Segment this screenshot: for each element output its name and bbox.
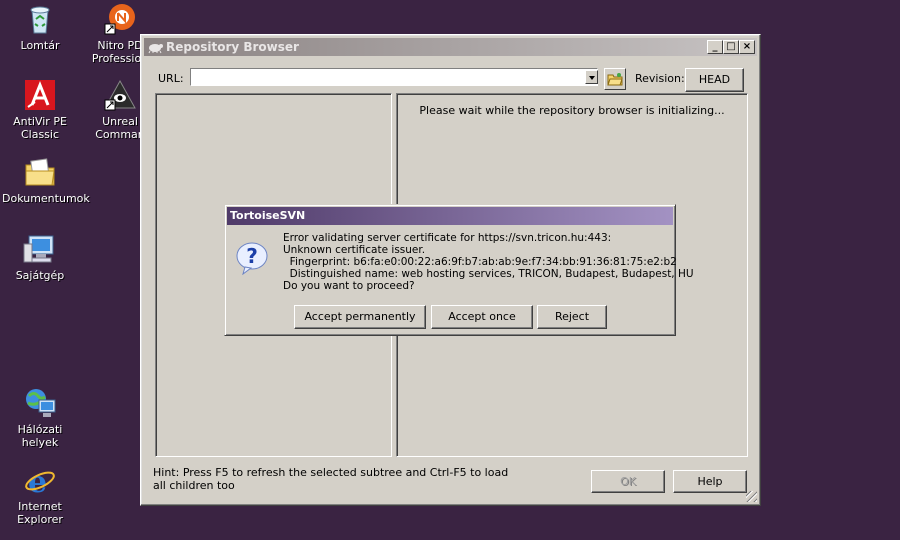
- window-title: Repository Browser: [166, 40, 299, 54]
- reject-button[interactable]: Reject: [537, 305, 607, 329]
- desktop-icon-internet-explorer[interactable]: e Internet Explorer: [2, 463, 78, 526]
- reject-label: Reject: [554, 310, 590, 323]
- ok-button: OK: [591, 470, 665, 493]
- hint-text: Hint: Press F5 to refresh the selected s…: [153, 466, 509, 492]
- desktop-icon-network-places[interactable]: Hálózati helyek: [2, 386, 78, 449]
- accept-once-button[interactable]: Accept once: [431, 305, 533, 329]
- question-icon: ?: [235, 241, 269, 276]
- desktop-icon-documents[interactable]: Dokumentumok: [2, 155, 90, 205]
- certificate-dialog: TortoiseSVN ? Error validating server ce…: [224, 204, 694, 336]
- antivir-icon: [23, 78, 57, 112]
- network-places-icon: [23, 386, 57, 420]
- dialog-title[interactable]: TortoiseSVN: [227, 207, 673, 225]
- documents-folder-icon: [23, 155, 57, 189]
- unreal-commander-icon: [103, 78, 137, 112]
- minimize-button[interactable]: _: [707, 40, 723, 54]
- browse-folder-button[interactable]: [604, 68, 626, 90]
- help-button[interactable]: Help: [673, 470, 747, 493]
- dialog-message: Error validating server certificate for …: [283, 232, 694, 292]
- resize-grip[interactable]: [746, 491, 757, 502]
- desktop-icon-recycle-bin[interactable]: Lomtár: [2, 2, 78, 52]
- url-value: [191, 70, 194, 83]
- initializing-message: Please wait while the repository browser…: [419, 104, 725, 117]
- url-combobox[interactable]: [190, 68, 598, 86]
- revision-label: Revision:: [635, 72, 685, 85]
- desktop-icon-label: Lomtár: [20, 39, 60, 52]
- nitro-pdf-icon: [103, 2, 137, 36]
- desktop-icon-label: Internet Explorer: [17, 500, 63, 526]
- url-dropdown-arrow[interactable]: [585, 70, 598, 84]
- close-button[interactable]: ×: [739, 40, 755, 54]
- accept-once-label: Accept once: [448, 310, 516, 323]
- maximize-button[interactable]: □: [723, 40, 739, 54]
- desktop-icon-label: Dokumentumok: [2, 192, 90, 205]
- accept-permanently-button[interactable]: Accept permanently: [294, 305, 426, 329]
- desktop-icon-label: Sajátgép: [15, 269, 65, 282]
- help-button-label: Help: [697, 475, 723, 488]
- revision-button-label: HEAD: [698, 73, 731, 86]
- internet-explorer-icon: e: [23, 463, 57, 500]
- ok-button-label: OK: [620, 475, 636, 488]
- revision-head-button[interactable]: HEAD: [685, 68, 744, 92]
- desktop-icon-label: AntiVir PE Classic: [13, 115, 67, 141]
- accept-permanently-label: Accept permanently: [304, 310, 416, 323]
- folder-icon: [607, 71, 623, 90]
- window-titlebar[interactable]: Repository Browser _ □ ×: [144, 38, 757, 56]
- svg-text:e: e: [28, 465, 47, 497]
- desktop-icon-antivir[interactable]: AntiVir PE Classic: [2, 78, 78, 141]
- computer-icon: [23, 232, 57, 266]
- desktop-icon-label: Hálózati helyek: [17, 423, 63, 449]
- desktop-icon-my-computer[interactable]: Sajátgép: [2, 232, 78, 282]
- url-label: URL:: [158, 72, 184, 85]
- svg-text:?: ?: [246, 244, 258, 268]
- tortoise-icon: [147, 40, 163, 54]
- recycle-bin-icon: [23, 2, 57, 36]
